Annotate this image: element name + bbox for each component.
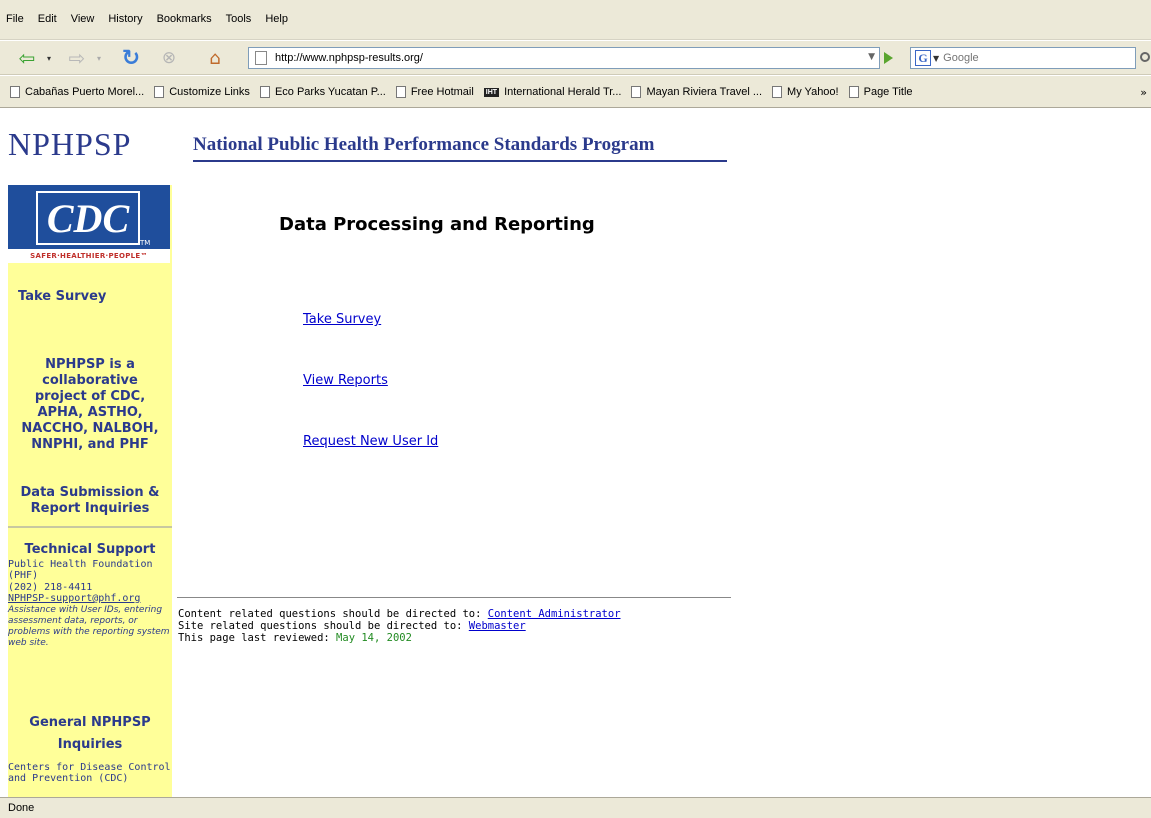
bookmark-item[interactable]: IHT International Herald Tr... xyxy=(483,86,621,98)
stop-icon[interactable]: ⊗ xyxy=(158,48,180,68)
sidebar-tech-phone: (202) 218-4411 xyxy=(8,582,93,593)
sidebar-take-survey[interactable]: Take Survey xyxy=(8,289,172,304)
bookmark-page-icon xyxy=(631,86,642,98)
sidebar-tech-assist: Assistance with User IDs, entering asses… xyxy=(8,605,170,648)
sidebar-collab-text: NPHPSP is a collaborative project of CDC… xyxy=(21,357,159,452)
sidebar-tech-support-heading: Technical Support xyxy=(24,542,156,557)
reload-icon[interactable]: ↻ xyxy=(120,46,142,71)
url-text[interactable]: http://www.nphpsp-results.org/ xyxy=(275,52,423,64)
bookmark-item[interactable]: Free Hotmail xyxy=(395,86,474,98)
bookmark-page-icon xyxy=(154,86,165,98)
page-content: NPHPSP National Public Health Performanc… xyxy=(0,109,1151,797)
bookmark-item[interactable]: Page Title xyxy=(848,86,913,98)
go-icon[interactable] xyxy=(884,52,893,64)
bookmarks-overflow-icon[interactable]: » xyxy=(1140,86,1147,99)
sidebar-tech-org: Public Health Foundation (PHF) xyxy=(8,559,153,581)
sidebar-general-org: Centers for Disease Control and Preventi… xyxy=(8,762,171,784)
menu-bookmarks[interactable]: Bookmarks xyxy=(157,13,212,25)
menu-bar: File Edit View History Bookmarks Tools H… xyxy=(0,0,1151,40)
search-input[interactable] xyxy=(943,52,1114,64)
take-survey-link[interactable]: Take Survey xyxy=(303,312,381,327)
page-icon xyxy=(255,51,267,65)
menu-view[interactable]: View xyxy=(71,13,95,25)
menu-tools[interactable]: Tools xyxy=(226,13,252,25)
reviewed-date: May 14, 2002 xyxy=(336,632,412,644)
status-text: Done xyxy=(8,802,35,814)
bookmark-item[interactable]: Customize Links xyxy=(154,86,250,98)
home-icon[interactable]: ⌂ xyxy=(204,48,226,69)
bookmarks-toolbar: Cabañas Puerto Morel... Customize Links … xyxy=(0,76,1151,108)
menu-edit[interactable]: Edit xyxy=(38,13,57,25)
url-bar[interactable]: http://www.nphpsp-results.org/ ▼ xyxy=(248,47,880,69)
footer-site-row: Site related questions should be directe… xyxy=(178,620,526,632)
sidebar-divider xyxy=(8,526,172,528)
page-banner: National Public Health Performance Stand… xyxy=(193,134,655,155)
page-title: Data Processing and Reporting xyxy=(279,214,595,235)
bookmark-item[interactable]: Mayan Riviera Travel ... xyxy=(631,86,762,98)
bookmark-page-icon xyxy=(395,86,406,98)
footer-reviewed-row: This page last reviewed: May 14, 2002 xyxy=(178,632,412,644)
bookmark-page-icon xyxy=(10,86,20,98)
sidebar-tech-email[interactable]: NPHPSP-support@phf.org xyxy=(8,593,140,604)
footer: Content related questions should be dire… xyxy=(178,608,621,644)
iht-icon: IHT xyxy=(483,87,500,97)
forward-arrow-icon[interactable]: ⇨ xyxy=(66,46,88,70)
footer-content-row: Content related questions should be dire… xyxy=(178,608,621,620)
bookmark-item[interactable]: My Yahoo! xyxy=(772,86,839,98)
bookmark-item[interactable]: Eco Parks Yucatan P... xyxy=(259,86,386,98)
menu-history[interactable]: History xyxy=(108,13,142,25)
forward-history-icon[interactable]: ▾ xyxy=(88,48,110,68)
bookmark-item[interactable]: Cabañas Puerto Morel... xyxy=(10,86,144,98)
site-logo: NPHPSP xyxy=(8,126,132,162)
request-user-id-link[interactable]: Request New User Id xyxy=(303,434,438,449)
cdc-logo[interactable]: CDC TM SAFER·HEALTHIER·PEOPLE™ xyxy=(8,185,170,263)
status-bar: Done xyxy=(0,797,1151,818)
search-engine-dropdown-icon[interactable]: ▼ xyxy=(933,54,939,63)
sidebar-tech-email-row: NPHPSP-support@phf.org xyxy=(8,593,172,604)
cdc-logo-text: CDC xyxy=(36,191,140,245)
google-icon[interactable]: G xyxy=(915,50,931,66)
search-box: G ▼ xyxy=(910,47,1136,69)
menu-help[interactable]: Help xyxy=(265,13,288,25)
search-magnifier-icon[interactable] xyxy=(1140,52,1150,62)
cdc-trademark: TM xyxy=(140,239,151,247)
view-reports-link[interactable]: View Reports xyxy=(303,373,388,388)
sidebar: CDC TM SAFER·HEALTHIER·PEOPLE™ Take Surv… xyxy=(8,185,172,797)
sidebar-data-submission[interactable]: Data Submission & Report Inquiries xyxy=(8,485,172,517)
url-dropdown-icon[interactable]: ▼ xyxy=(868,52,875,62)
content-admin-link[interactable]: Content Administrator xyxy=(488,608,621,620)
webmaster-link[interactable]: Webmaster xyxy=(469,620,526,632)
sidebar-general-heading: General NPHPSP Inquiries xyxy=(29,715,151,752)
back-arrow-icon[interactable]: ⇦ xyxy=(16,46,38,70)
back-history-icon[interactable]: ▾ xyxy=(38,48,60,68)
bookmark-page-icon xyxy=(259,86,270,98)
bookmark-page-icon xyxy=(772,86,783,98)
banner-underline xyxy=(193,160,727,162)
navigation-toolbar: ⇦ ▾ ⇨ ▾ ↻ ⊗ ⌂ http://www.nphpsp-results.… xyxy=(0,41,1151,75)
cdc-tagline: SAFER·HEALTHIER·PEOPLE™ xyxy=(8,249,170,263)
footer-divider xyxy=(177,597,731,598)
menu-file[interactable]: File xyxy=(6,13,24,25)
bookmark-page-icon xyxy=(848,86,859,98)
